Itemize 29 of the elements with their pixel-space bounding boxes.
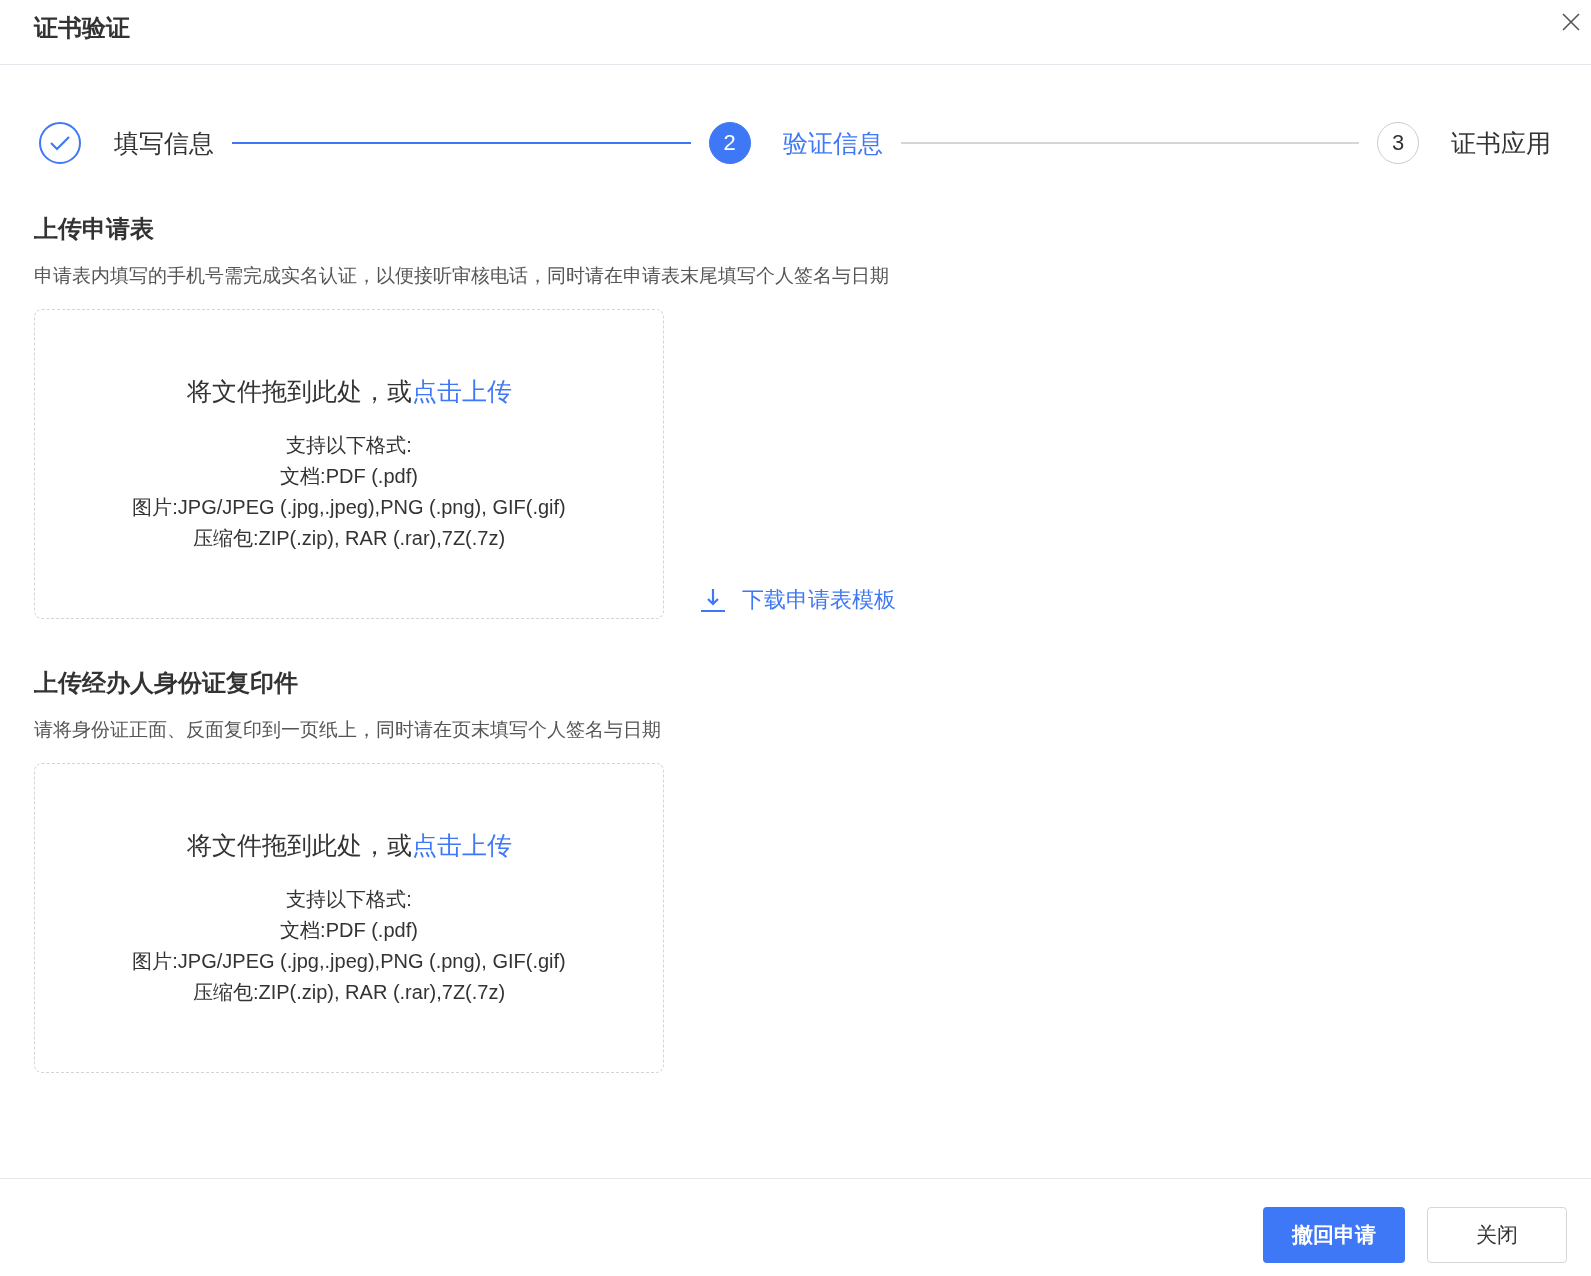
section-description: 申请表内填写的手机号需完成实名认证，以便接听审核电话，同时请在申请表末尾填写个人签名与日期 — [34, 264, 890, 288]
step-number: 2 — [708, 122, 751, 164]
format-text: 支持以下格式: — [285, 886, 413, 912]
dialog-button[interactable]: 关闭 — [1427, 1207, 1567, 1263]
step-label: 证书应用 — [1451, 127, 1551, 159]
dialog-title: 证书验证 — [34, 13, 130, 43]
upload-link[interactable]: 点击上传 — [411, 830, 512, 859]
format-text: 压缩包:ZIP(.zip), RAR (.rar),7Z(.7z) — [191, 525, 507, 551]
section-title: 上传经办人身份证复印件 — [34, 668, 299, 698]
upload-link[interactable]: 点击上传 — [411, 376, 512, 405]
format-text: 压缩包:ZIP(.zip), RAR (.rar),7Z(.7z) — [191, 979, 507, 1005]
download-link-text[interactable]: 下载申请表模板 — [742, 585, 896, 615]
download-template-link[interactable]: 下载申请表模板 — [700, 585, 896, 615]
section-title: 上传申请表 — [34, 214, 155, 244]
step-label: 填写信息 — [114, 127, 214, 159]
upload-dropzone[interactable]: 将文件拖到此处，或点击上传 支持以下格式: 文档:PDF (.pdf) 图片:JPG/JPEG (.jpg,.jpeg),PNG (.png), GIF(.gif) 压缩包:ZIP(.zip), RAR (.rar),7Z(.7z) — [34, 763, 664, 1073]
format-text: 支持以下格式: — [285, 432, 413, 458]
upload-prompt: 将文件拖到此处，或点击上传 — [186, 375, 512, 407]
upload-dropzone[interactable]: 将文件拖到此处，或点击上传 支持以下格式: 文档:PDF (.pdf) 图片:JPG/JPEG (.jpg,.jpeg),PNG (.png), GIF(.gif) 压缩包:ZIP(.zip), RAR (.rar),7Z(.7z) — [34, 309, 664, 619]
section-description: 请将身份证正面、反面复印到一页纸上，同时请在页末填写个人签名与日期 — [34, 718, 662, 742]
format-text: 图片:JPG/JPEG (.jpg,.jpeg),PNG (.png), GIF(.gif) — [132, 494, 566, 520]
format-text: 文档:PDF (.pdf) — [279, 917, 419, 943]
close-icon[interactable] — [1561, 12, 1581, 32]
dialog-button[interactable]: 撤回申请 — [1263, 1207, 1405, 1263]
upload-prompt: 将文件拖到此处，或点击上传 — [186, 829, 512, 861]
format-text: 文档:PDF (.pdf) — [279, 463, 419, 489]
download-icon — [700, 587, 726, 613]
step-label: 验证信息 — [782, 127, 883, 159]
format-text: 图片:JPG/JPEG (.jpg,.jpeg),PNG (.png), GIF(.gif) — [132, 948, 566, 974]
